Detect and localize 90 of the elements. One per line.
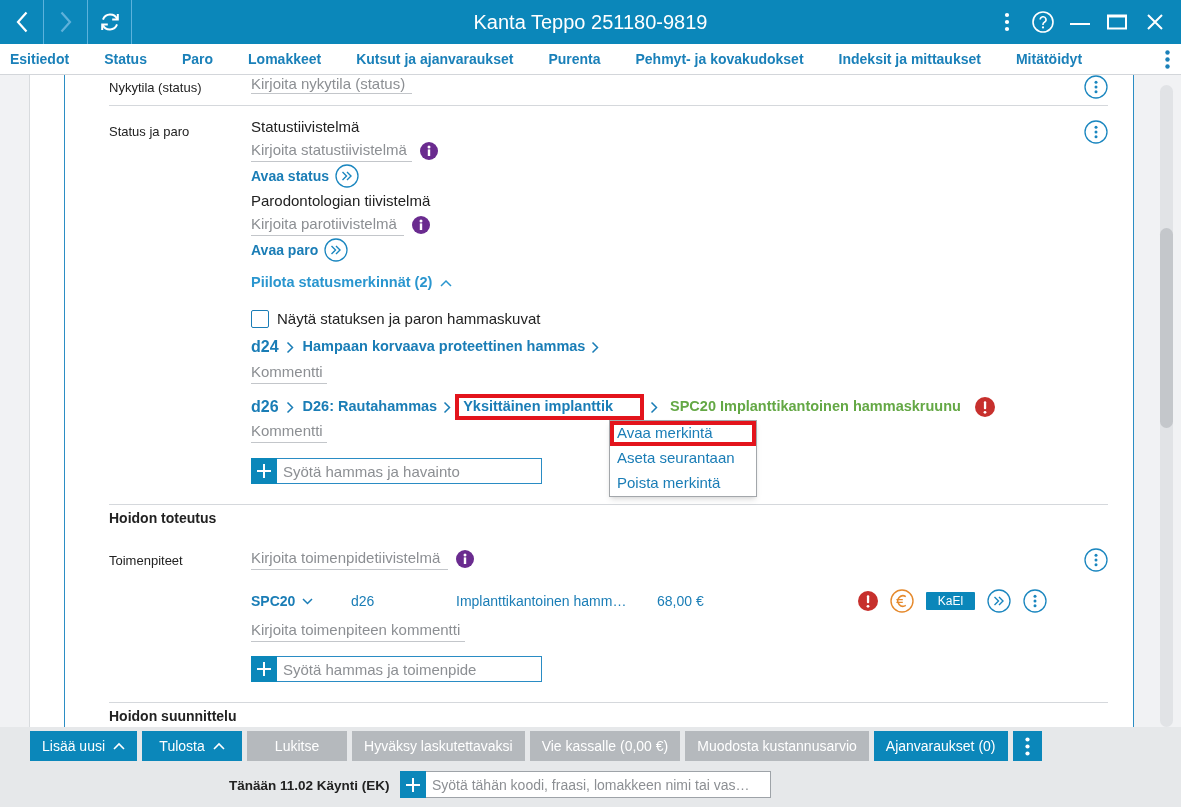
text-field[interactable]: Kirjoita parotiivistelmä [251, 214, 404, 236]
add-button[interactable] [400, 771, 426, 798]
toolbar-button[interactable]: Tulosta [142, 731, 243, 761]
more-icon [1084, 120, 1108, 144]
help-icon [1032, 11, 1054, 33]
price: 68,00 € [657, 591, 704, 611]
more-button[interactable] [1084, 75, 1108, 99]
field-label: Nykytila (status) [109, 80, 202, 95]
menu-item[interactable]: Avaa merkintä [610, 421, 756, 446]
kebab-icon [1024, 736, 1030, 756]
chevron-right-icon [285, 400, 294, 414]
tab[interactable]: Purenta [548, 44, 601, 74]
summary-heading: Statustiivistelmä [251, 116, 360, 137]
tab[interactable]: Esitiedot [10, 44, 70, 74]
tab[interactable]: Indeksit ja mittaukset [838, 44, 981, 74]
chevron-right-icon [591, 340, 600, 354]
open-link[interactable]: Avaa paro [251, 238, 349, 262]
menu-item[interactable]: Aseta seurantaan [610, 446, 756, 471]
checkbox-label: Näytä statuksen ja paron hammaskuvat [277, 308, 541, 329]
comment-field[interactable]: Kommentti [251, 362, 327, 384]
tooth-number: d24 [251, 337, 279, 357]
chevron-up-icon [113, 742, 126, 750]
double-chevron-icon [987, 589, 1011, 613]
search-field[interactable]: Syötä tähän koodi, fraasi, lomakkeen nimi tai vas… [426, 771, 771, 798]
minimize-icon [1069, 23, 1090, 25]
section-heading: Hoidon suunnittelu [109, 707, 237, 725]
add-button[interactable] [251, 458, 277, 484]
summary-heading: Parodontologian tiivistelmä [251, 190, 431, 211]
chevron-up-icon [440, 279, 453, 287]
open-link[interactable]: Avaa status [251, 164, 360, 188]
plus-icon [257, 662, 271, 676]
kebab-icon [1004, 12, 1010, 32]
chevron-down-icon [302, 597, 314, 605]
finding-link[interactable]: D26: Rautahammas [302, 396, 438, 418]
visit-label: Tänään 11.02 Käynti (EK) [229, 777, 390, 793]
open-button[interactable] [987, 589, 1011, 613]
finding-link[interactable]: Hampaan korvaava proteettinen hammas [302, 336, 586, 358]
more-button[interactable] [1012, 731, 1042, 761]
text-field[interactable]: Kirjoita nykytila (status) [251, 75, 412, 94]
maximize-icon [1107, 14, 1127, 30]
more-button[interactable] [1023, 589, 1047, 613]
text-field[interactable]: Kirjoita toimenpidetiivistelmä [251, 548, 448, 570]
more-icon [1084, 548, 1108, 572]
toolbar-button[interactable]: Lisää uusi [30, 731, 138, 761]
toggle-link[interactable]: Piilota statusmerkinnät (2) [251, 272, 453, 294]
more-icon [1023, 589, 1047, 613]
comment-field[interactable]: Kommentti [251, 421, 327, 443]
toolbar-button[interactable]: Ajanvaraukset (0) [873, 731, 1008, 761]
chevron-up-icon [212, 742, 225, 750]
chevron-right-icon [285, 340, 294, 354]
comment-field[interactable]: Kirjoita toimenpiteen kommentti [251, 620, 465, 642]
scrollbar-thumb[interactable] [1160, 228, 1173, 428]
section-heading: Hoidon toteutus [109, 508, 217, 528]
info-icon [412, 216, 430, 234]
chevron-right-icon [650, 400, 659, 414]
procedure-name: Implanttikantoinen hamm… [456, 593, 627, 609]
procedure-link[interactable]: SPC20 Implanttikantoinen hammaskruunu [670, 396, 961, 418]
tab[interactable]: Status [104, 44, 147, 74]
tab[interactable]: Kutsut ja ajanvaraukset [356, 44, 514, 74]
tab[interactable]: Pehmyt- ja kovakudokset [635, 44, 804, 74]
kebab-icon [1164, 49, 1170, 69]
scrollbar-track[interactable] [1160, 85, 1173, 727]
checkbox[interactable] [251, 310, 269, 328]
window-title: Kanta Teppo 251180-9819 [473, 10, 708, 35]
tag-button[interactable]: KaEl [926, 592, 975, 610]
tooth-number: d26 [351, 593, 375, 609]
info-icon [456, 550, 474, 568]
field-label: Status ja paro [109, 124, 190, 139]
more-icon [1084, 75, 1108, 99]
info-icon [420, 142, 438, 160]
close-icon [1146, 14, 1163, 30]
code-dropdown[interactable]: SPC20 [251, 590, 314, 612]
chevron-right-icon [443, 400, 452, 414]
field-label: Toimenpiteet [109, 553, 183, 568]
plus-icon [257, 464, 271, 478]
more-button[interactable] [1084, 548, 1108, 572]
add-button[interactable] [251, 656, 277, 682]
menu-item[interactable]: Poista merkintä [610, 471, 756, 496]
double-chevron-icon [324, 238, 349, 262]
tab[interactable]: Lomakkeet [248, 44, 322, 74]
tab[interactable]: Paro [181, 44, 214, 74]
tooth-number: d26 [251, 397, 279, 417]
tab[interactable]: Mitätöidyt [1015, 44, 1083, 74]
entry-field[interactable]: Syötä hammas ja toimenpide [277, 656, 542, 682]
plus-icon [406, 777, 420, 792]
entry-field[interactable]: Syötä hammas ja havainto [277, 458, 542, 484]
finding-link[interactable]: Yksittäinen implanttik [455, 394, 645, 420]
more-button[interactable] [1084, 120, 1108, 144]
double-chevron-icon [335, 164, 360, 188]
text-field[interactable]: Kirjoita statustiivistelmä [251, 140, 412, 162]
